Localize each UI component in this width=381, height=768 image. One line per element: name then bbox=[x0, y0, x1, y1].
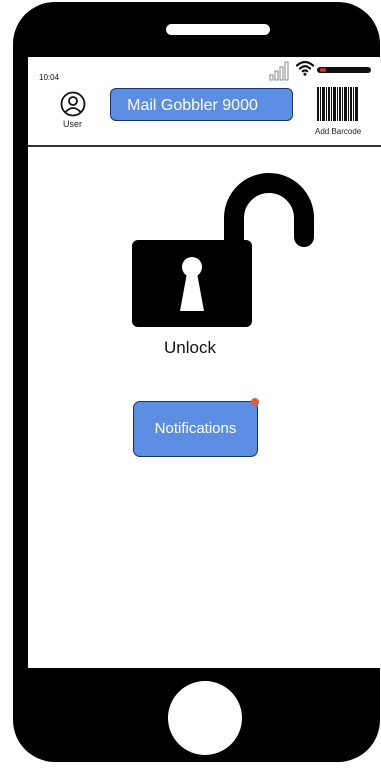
phone-speaker bbox=[166, 24, 270, 35]
battery-icon bbox=[317, 67, 371, 73]
phone-screen: 10:04 User Mail Gobbler 9000 Add Barcode… bbox=[28, 57, 381, 668]
status-time: 10:04 bbox=[39, 73, 60, 82]
unlock-button[interactable]: Unlock bbox=[132, 170, 314, 360]
wifi-icon bbox=[296, 60, 314, 76]
home-button[interactable] bbox=[168, 681, 242, 755]
header-divider bbox=[28, 145, 381, 147]
signal-icon bbox=[269, 61, 289, 81]
lock-icon bbox=[132, 173, 314, 327]
notifications-button[interactable]: Notifications bbox=[133, 401, 258, 457]
add-barcode-button[interactable]: Add Barcode bbox=[315, 87, 377, 139]
barcode-icon bbox=[317, 87, 358, 121]
unlock-label: Unlock bbox=[164, 338, 216, 357]
user-button[interactable]: User bbox=[60, 91, 90, 136]
notification-badge bbox=[251, 398, 259, 406]
add-barcode-label: Add Barcode bbox=[315, 127, 362, 136]
app-title-button[interactable]: Mail Gobbler 9000 bbox=[110, 88, 293, 121]
user-icon bbox=[60, 91, 86, 117]
user-label: User bbox=[63, 119, 83, 129]
